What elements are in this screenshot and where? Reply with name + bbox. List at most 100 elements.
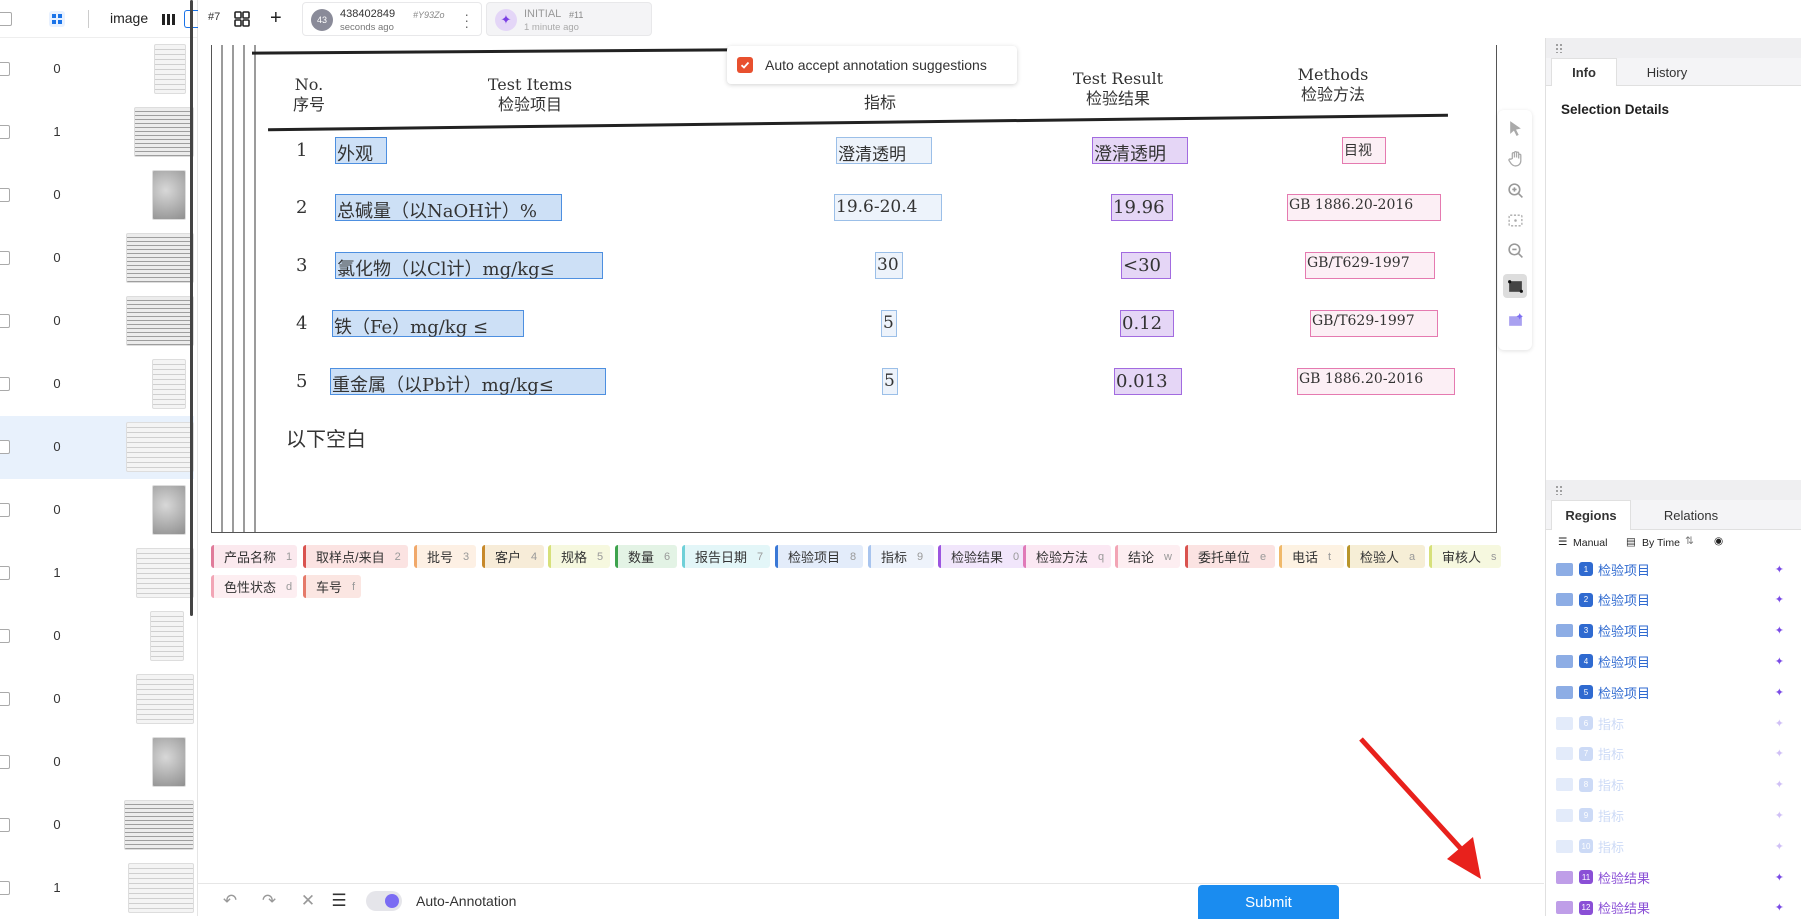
region-item[interactable]: 5 检验项目 ✦ [1554,679,1794,705]
label-chip[interactable]: 委托单位 e [1185,545,1275,568]
row-checkbox[interactable] [0,62,10,76]
region-item[interactable]: 4 检验项目 ✦ [1554,648,1794,674]
sort-manual-label[interactable]: Manual [1573,537,1607,549]
label-chip[interactable]: 规格 5 [548,545,610,568]
tab-history[interactable]: History [1617,58,1717,86]
label-chip[interactable]: 检验结果 0 [938,545,1028,568]
sort-order-icon[interactable]: ⇅ [1685,535,1694,547]
label-chip[interactable]: 批号 3 [414,545,476,568]
columns-icon[interactable] [158,11,178,27]
label-chip[interactable]: 产品名称 1 [211,545,297,568]
zoom-in-icon[interactable] [1503,178,1527,202]
label-name: 客户 [495,550,522,565]
zoom-out-icon[interactable] [1503,238,1527,262]
pointer-icon[interactable] [1503,116,1527,140]
tab-relations[interactable]: Relations [1631,500,1751,530]
task-row[interactable]: 1 [0,857,194,920]
panel-drag-handle[interactable] [1546,480,1801,500]
region-item[interactable]: 3 检验项目 ✦ [1554,618,1794,644]
task-row[interactable]: 1 [0,542,194,605]
task-row[interactable]: 0 [0,353,194,416]
row-checkbox[interactable] [0,125,10,139]
region-item[interactable]: 10 指标 ✦ [1554,833,1794,859]
row-checkbox[interactable] [0,629,10,643]
row-checkbox[interactable] [0,692,10,706]
label-chip[interactable]: 报告日期 7 [682,545,770,568]
task-row[interactable]: 0 [0,290,194,353]
region-item[interactable]: 8 指标 ✦ [1554,772,1794,798]
label-chip[interactable]: 检验项目 8 [775,545,863,568]
region-item[interactable]: 11 检验结果 ✦ [1554,864,1794,890]
image-canvas[interactable]: No. 序号 Test Items 检验项目 指标 Test Result 检验结果 … [211,45,1497,533]
task-row[interactable]: 0 [0,164,194,227]
sort-by-time-label[interactable]: By Time [1642,537,1680,549]
panel-drag-handle[interactable] [1546,38,1801,58]
row-checkbox[interactable] [0,188,10,202]
label-chip[interactable]: 车号 f [303,575,361,598]
row-checkbox[interactable] [0,314,10,328]
auto-annotation-toggle[interactable] [366,891,402,911]
row-checkbox[interactable] [0,818,10,832]
row-checkbox[interactable] [0,881,10,895]
tab-regions[interactable]: Regions [1551,500,1631,530]
auto-rectangle-icon[interactable] [1503,308,1527,332]
region-item[interactable]: 9 指标 ✦ [1554,802,1794,828]
region-item[interactable]: 12 检验结果 ✦ [1554,895,1794,921]
annotation-count: 0 [53,691,61,706]
rectangle-tool-icon[interactable] [1503,274,1527,298]
region-item[interactable]: 2 检验项目 ✦ [1554,587,1794,613]
submit-button[interactable]: Submit [1198,885,1339,919]
task-row[interactable]: 0 [0,479,194,542]
task-row[interactable]: 0 [0,38,194,101]
row-number: 4 [296,313,308,334]
more-options-icon[interactable]: · · · [464,7,469,33]
eye-icon[interactable]: ◉ [1714,535,1723,547]
region-item[interactable]: 1 检验项目 ✦ [1554,556,1794,582]
row-checkbox[interactable] [0,251,10,265]
label-chip[interactable]: 电话 t [1279,545,1344,568]
annotation-tab[interactable]: 43 438402849 #Y93Zo seconds ago · · · [302,2,482,36]
task-row[interactable]: 0 [0,227,194,290]
row-checkbox[interactable] [0,503,10,517]
left-scrollbar[interactable] [190,0,193,616]
clear-icon[interactable]: ✕ [299,892,317,910]
row-checkbox[interactable] [0,755,10,769]
region-item[interactable]: 7 指标 ✦ [1554,741,1794,767]
task-row[interactable]: 0 [0,731,194,794]
task-row[interactable]: 1 [0,101,194,164]
add-annotation-button[interactable]: + [270,7,282,30]
fit-to-screen-icon[interactable] [1503,208,1527,232]
prediction-tab[interactable]: ✦ INITIAL #11 1 minute ago [486,2,652,36]
region-item[interactable]: 6 指标 ✦ [1554,710,1794,736]
task-thumbnail [136,674,194,724]
settings-sliders-icon[interactable]: ☰ [330,892,348,910]
undo-icon[interactable]: ↶ [221,892,239,910]
row-checkbox[interactable] [0,377,10,391]
hand-pan-icon[interactable] [1503,146,1527,170]
label-chip[interactable]: 检验方法 q [1023,545,1111,568]
redo-icon[interactable]: ↷ [260,892,278,910]
label-hotkey: f [352,580,356,593]
task-row[interactable]: 0 [0,605,194,668]
label-chip[interactable]: 审核人 s [1429,545,1501,568]
auto-accept-popup[interactable]: Auto accept annotation suggestions [727,46,1017,84]
row-checkbox[interactable] [0,440,10,454]
checkbox-checked-icon[interactable] [737,57,753,73]
label-chip[interactable]: 结论 w [1115,545,1180,568]
label-chip[interactable]: 数量 6 [615,545,677,568]
task-row[interactable]: 0 [0,668,194,731]
task-row[interactable]: 0 [0,794,194,857]
grid-icon[interactable] [234,11,250,27]
label-chip[interactable]: 检验人 a [1347,545,1425,568]
label-chip[interactable]: 取样点/来自 2 [303,545,408,568]
label-chip[interactable]: 指标 9 [868,545,934,568]
label-chip[interactable]: 客户 4 [482,545,544,568]
tab-info[interactable]: Info [1551,58,1617,86]
label-hotkey: 6 [664,550,671,563]
grid-view-icon[interactable] [49,11,65,27]
task-row[interactable]: 0 [0,416,194,479]
sort-manual-icon[interactable]: ☰ [1558,536,1567,548]
select-all-checkbox[interactable] [0,12,12,26]
label-chip[interactable]: 色性状态 d [211,575,297,598]
row-checkbox[interactable] [0,566,10,580]
